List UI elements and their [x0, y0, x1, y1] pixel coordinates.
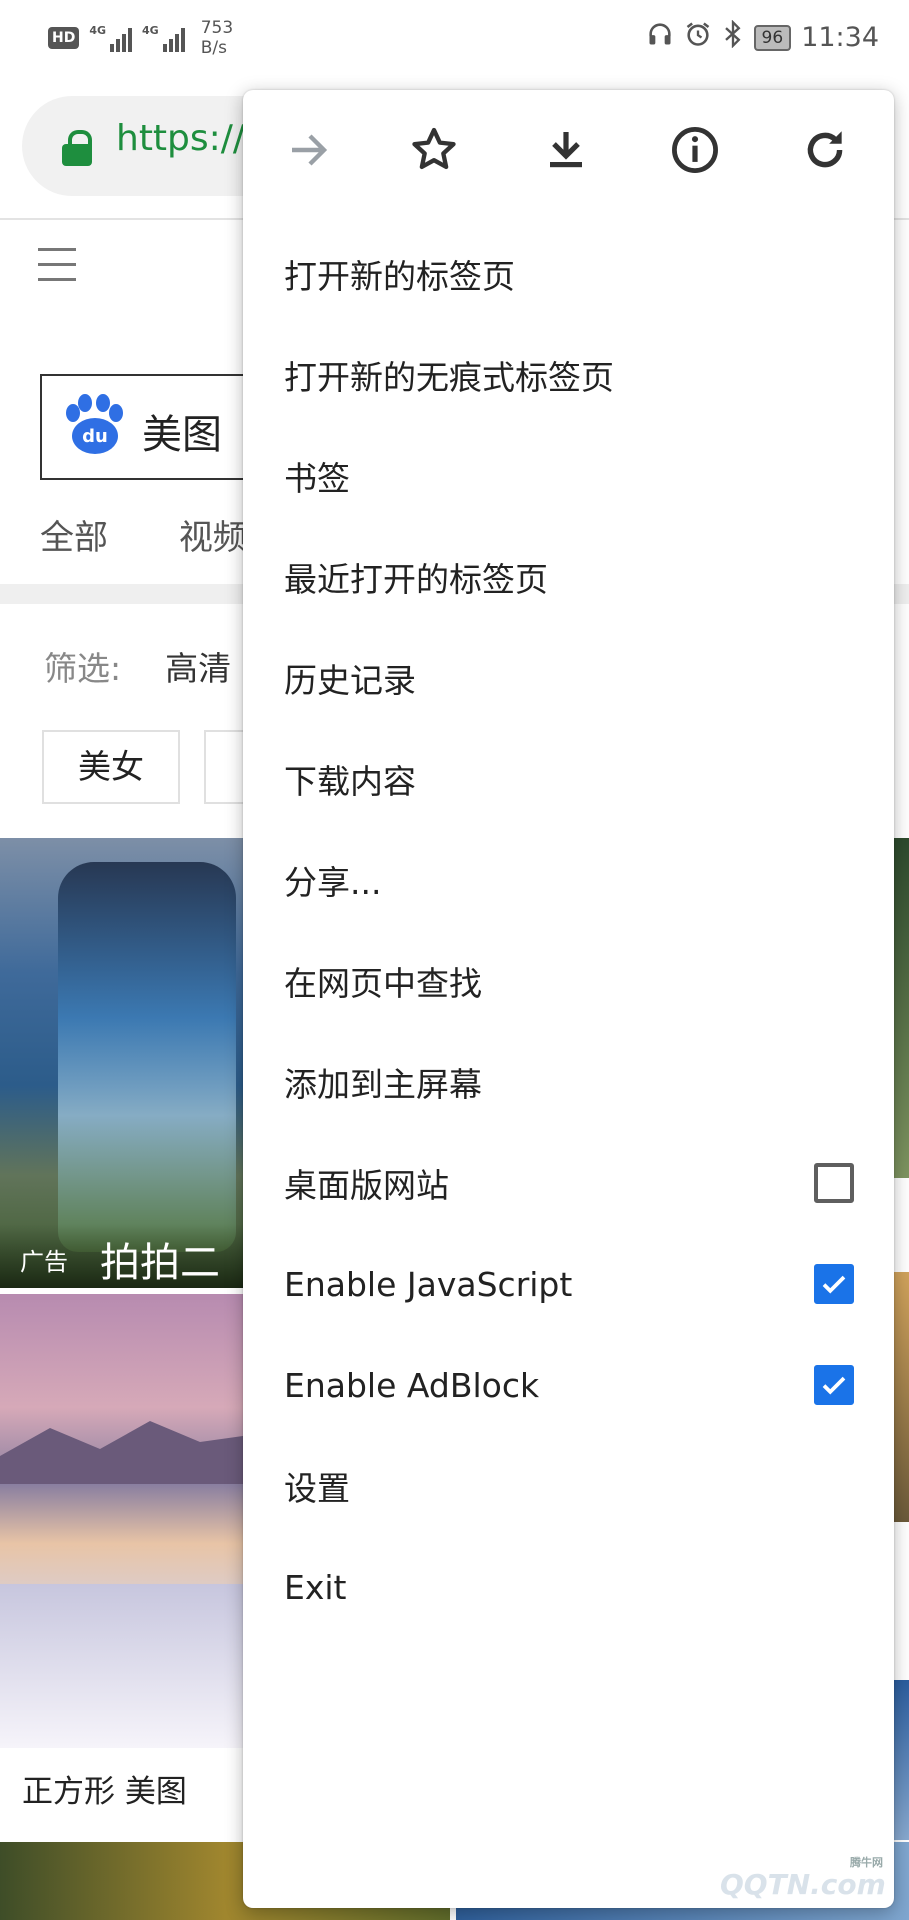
result-image-landscape[interactable] — [0, 1294, 250, 1748]
right-edge-image — [894, 838, 909, 1178]
lock-icon — [62, 130, 92, 166]
headset-icon — [646, 20, 674, 55]
reload-icon[interactable] — [789, 114, 861, 186]
search-query: 美图 — [142, 412, 222, 458]
menu-item-share[interactable]: 分享... — [284, 830, 864, 930]
menu-item-add-to-home[interactable]: 添加到主屏幕 — [284, 1032, 864, 1132]
menu-item-new-tab[interactable]: 打开新的标签页 — [284, 224, 864, 324]
signal-icon: 4G — [142, 24, 185, 52]
menu-item-downloads[interactable]: 下载内容 — [284, 729, 864, 829]
info-icon[interactable] — [659, 114, 731, 186]
menu-item-history[interactable]: 历史记录 — [284, 628, 864, 728]
url-text: https:// — [116, 118, 246, 159]
network-speed: 753 B/s — [200, 18, 234, 58]
checkmark-icon — [822, 1275, 846, 1294]
adblock-checkbox[interactable] — [814, 1365, 854, 1405]
clock: 11:34 — [801, 22, 879, 53]
watermark: QQTN.com 腾牛网 — [720, 1856, 886, 1901]
signal-icon: 4G — [89, 24, 133, 52]
forward-icon[interactable] — [272, 114, 344, 186]
menu-item-enable-javascript[interactable]: Enable JavaScript — [284, 1234, 864, 1334]
overflow-menu: 打开新的标签页 打开新的无痕式标签页 书签 最近打开的标签页 历史记录 下载内容… — [243, 90, 894, 1908]
menu-item-bookmarks[interactable]: 书签 — [284, 426, 864, 526]
menu-item-desktop-site[interactable]: 桌面版网站 — [284, 1133, 864, 1233]
filter-hd[interactable]: 高清 — [165, 649, 231, 688]
bluetooth-icon — [722, 19, 744, 55]
hamburger-menu-icon[interactable] — [38, 248, 76, 293]
right-edge-image — [894, 1680, 909, 1840]
filter-row: 筛选: 高清 — [44, 642, 231, 690]
result-image-ad[interactable]: 广告 拍拍二手 — [0, 838, 250, 1344]
bottle-photo — [58, 862, 236, 1252]
javascript-checkbox[interactable] — [814, 1264, 854, 1304]
menu-item-find-in-page[interactable]: 在网页中查找 — [284, 931, 864, 1031]
right-edge-image — [894, 1272, 909, 1522]
desktop-site-checkbox[interactable] — [814, 1163, 854, 1203]
bookmark-star-icon[interactable] — [398, 114, 470, 186]
download-icon[interactable] — [530, 114, 602, 186]
menu-item-recent-tabs[interactable]: 最近打开的标签页 — [284, 527, 864, 627]
tab-video[interactable]: 视频 — [179, 518, 247, 558]
hd-badge: HD — [48, 27, 80, 49]
chip-beauty[interactable]: 美女 — [42, 730, 180, 804]
checkmark-icon — [822, 1376, 846, 1395]
image-caption: 正方形 美图 — [22, 1774, 187, 1810]
menu-item-new-incognito-tab[interactable]: 打开新的无痕式标签页 — [284, 325, 864, 425]
menu-item-exit[interactable]: Exit — [284, 1537, 864, 1637]
alarm-icon — [684, 20, 712, 55]
baidu-logo-icon: du — [64, 394, 124, 456]
menu-item-enable-adblock[interactable]: Enable AdBlock — [284, 1335, 864, 1435]
ad-badge: 广告 — [20, 1248, 68, 1276]
tab-all[interactable]: 全部 — [40, 518, 108, 558]
menu-icon-row — [243, 90, 894, 210]
status-bar: HD 4G 4G 753 B/s 96 11:34 — [0, 0, 909, 80]
filter-label: 筛选: — [44, 649, 122, 688]
menu-item-settings[interactable]: 设置 — [284, 1436, 864, 1536]
battery-indicator: 96 — [753, 24, 792, 51]
